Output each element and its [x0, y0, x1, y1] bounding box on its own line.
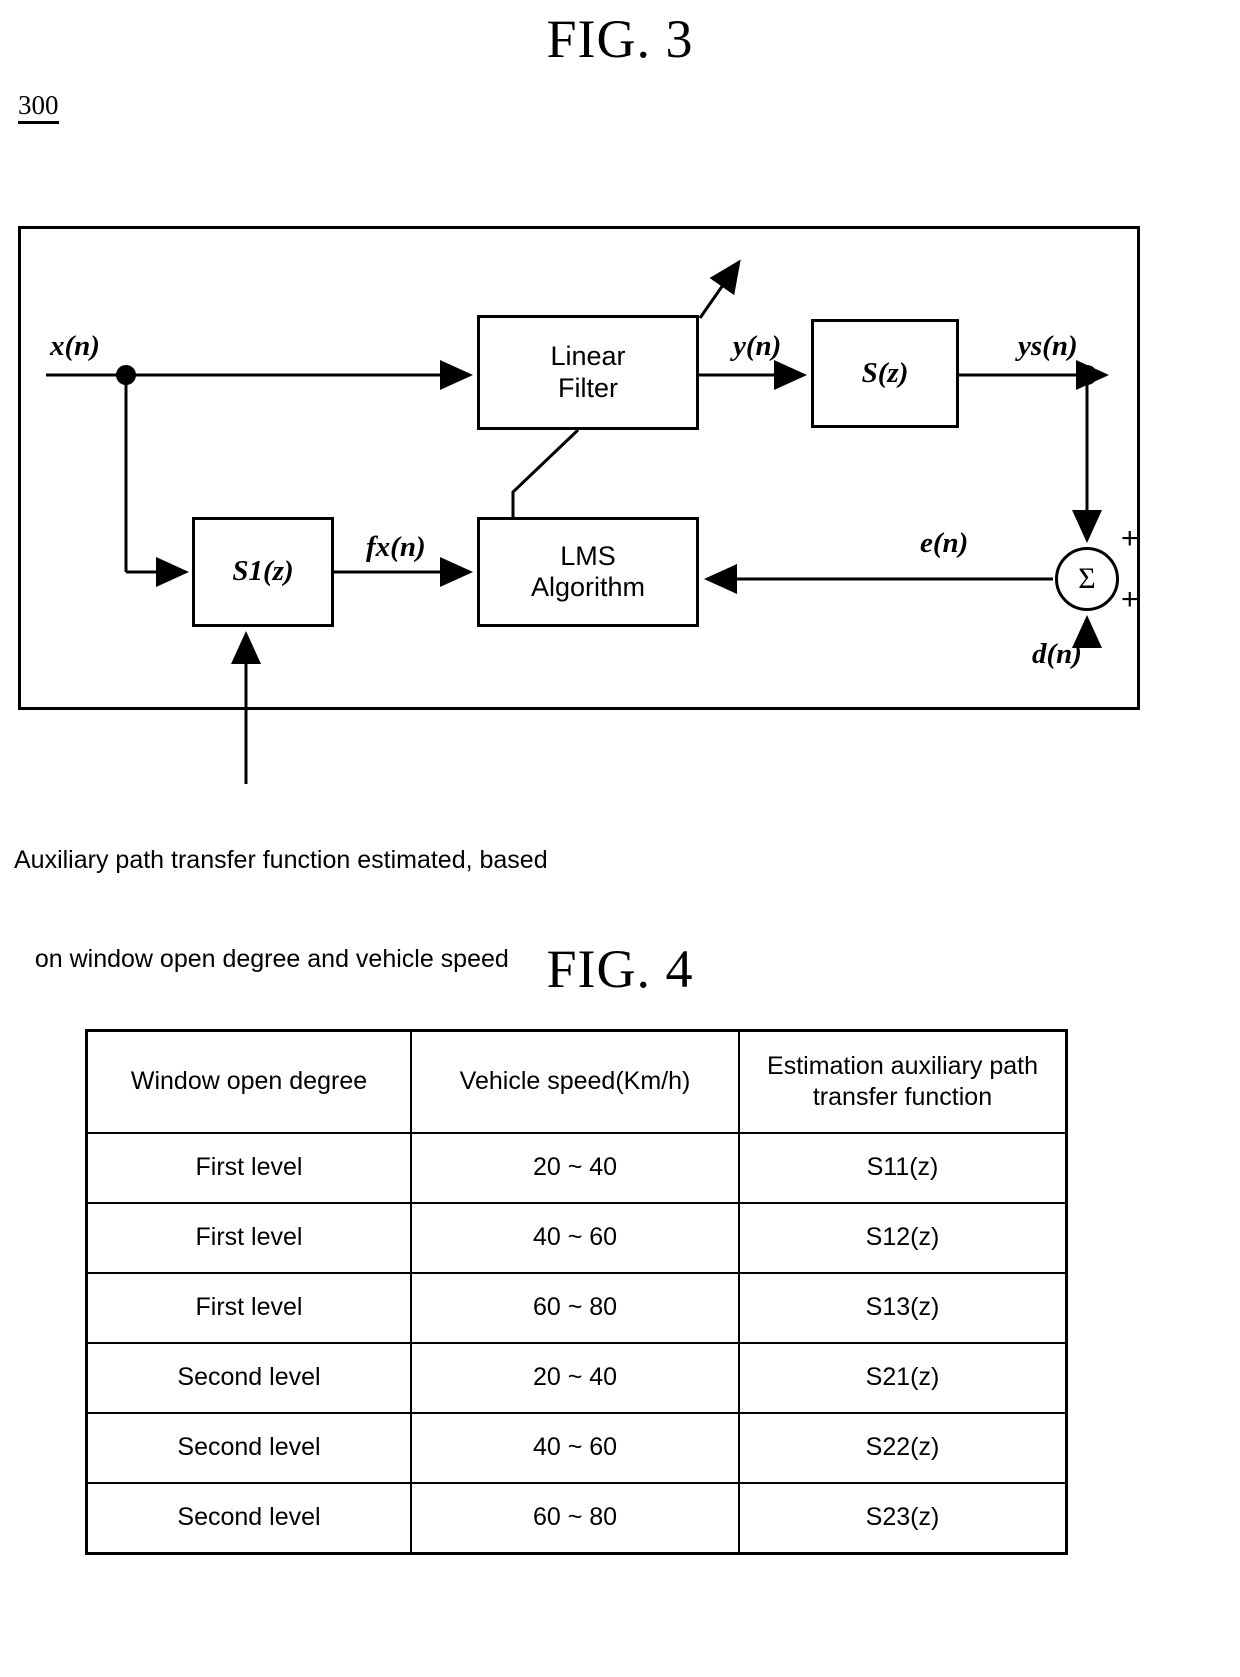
cell-window-open-degree: First level [85, 1132, 412, 1204]
cell-transfer-function: S23(z) [738, 1482, 1068, 1555]
block-linear-filter[interactable]: Linear Filter [477, 315, 699, 430]
cell-vehicle-speed: 60 ~ 80 [410, 1272, 740, 1344]
table-row: Second level 60 ~ 80 S23(z) [85, 1482, 1068, 1555]
cell-window-open-degree: First level [85, 1202, 412, 1274]
table-row: Second level 20 ~ 40 S21(z) [85, 1342, 1068, 1414]
cell-window-open-degree: Second level [85, 1342, 412, 1414]
signal-label-d: d(n) [1032, 638, 1082, 670]
table-header-estimation-line2: transfer function [812, 1083, 993, 1111]
cell-transfer-function: S13(z) [738, 1272, 1068, 1344]
signal-label-y: y(n) [733, 330, 782, 362]
cell-vehicle-speed: 20 ~ 40 [410, 1342, 740, 1414]
block-sz-label: S(z) [861, 356, 909, 389]
cell-transfer-function: S12(z) [738, 1202, 1068, 1274]
block-s1z-label: S1(z) [232, 555, 294, 588]
fig3-caption-line1: Auxiliary path transfer function estimat… [14, 846, 548, 874]
cell-transfer-function: S11(z) [738, 1132, 1068, 1204]
table-row: First level 40 ~ 60 S12(z) [85, 1202, 1068, 1274]
table-row: First level 60 ~ 80 S13(z) [85, 1272, 1068, 1344]
cell-vehicle-speed: 40 ~ 60 [410, 1202, 740, 1274]
block-s1z[interactable]: S1(z) [192, 517, 334, 627]
signal-label-x: x(n) [50, 330, 100, 362]
fig3-diagram-frame [18, 226, 1140, 710]
block-lms-label-line2: Algorithm [530, 572, 646, 602]
cell-vehicle-speed: 40 ~ 60 [410, 1412, 740, 1484]
fig3-title: FIG. 3 [546, 9, 694, 69]
cell-window-open-degree: First level [85, 1272, 412, 1344]
cell-vehicle-speed: 20 ~ 40 [410, 1132, 740, 1204]
cell-vehicle-speed: 60 ~ 80 [410, 1482, 740, 1555]
summing-junction[interactable]: Σ [1055, 547, 1119, 611]
table-header-row: Window open degree Vehicle speed(Km/h) E… [85, 1029, 1068, 1134]
sum-plus-bottom: + [1121, 583, 1139, 616]
block-lms-algorithm[interactable]: LMS Algorithm [477, 517, 699, 627]
table-row: First level 20 ~ 40 S11(z) [85, 1132, 1068, 1204]
cell-window-open-degree: Second level [85, 1412, 412, 1484]
block-linear-filter-label-line2: Filter [558, 372, 618, 403]
cell-transfer-function: S21(z) [738, 1342, 1068, 1414]
fig3-reference-numeral: 300 [18, 92, 59, 124]
block-sz[interactable]: S(z) [811, 319, 959, 428]
table-header-estimation-line1: Estimation auxiliary path [767, 1051, 1038, 1080]
cell-window-open-degree: Second level [85, 1482, 412, 1555]
block-linear-filter-label-line1: Linear [550, 341, 626, 372]
signal-label-ys: ys(n) [1018, 330, 1078, 362]
block-lms-label-line1: LMS [560, 540, 616, 571]
table-row: Second level 40 ~ 60 S22(z) [85, 1412, 1068, 1484]
table-header-estimation-transfer-function: Estimation auxiliary path transfer funct… [738, 1029, 1068, 1134]
fig4-table: Window open degree Vehicle speed(Km/h) E… [85, 1029, 1068, 1555]
signal-label-e: e(n) [920, 527, 969, 559]
table-header-window-open-degree: Window open degree [85, 1029, 412, 1134]
sigma-symbol: Σ [1078, 562, 1096, 595]
fig4-title: FIG. 4 [546, 939, 694, 999]
cell-transfer-function: S22(z) [738, 1412, 1068, 1484]
table-header-vehicle-speed: Vehicle speed(Km/h) [410, 1029, 740, 1134]
sum-plus-top: + [1121, 522, 1139, 555]
signal-label-fx: fx(n) [366, 531, 426, 563]
